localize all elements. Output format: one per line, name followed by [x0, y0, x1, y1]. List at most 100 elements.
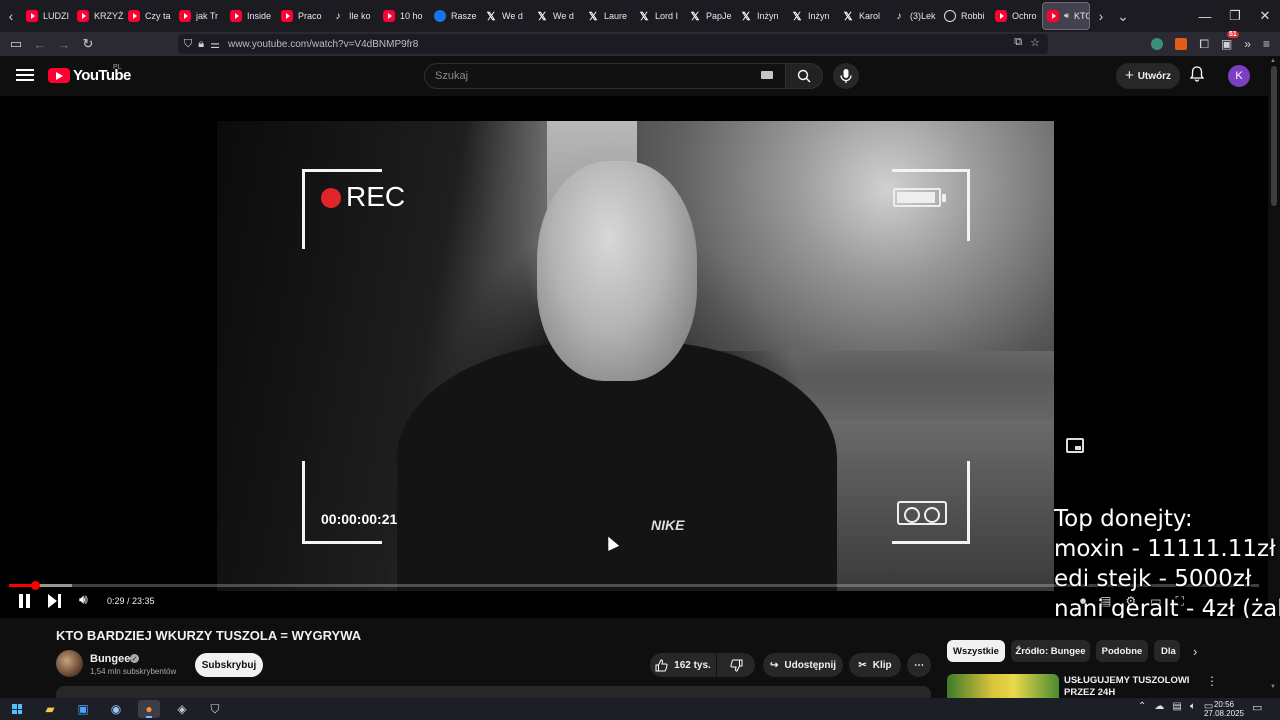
tab[interactable]: Robbi — [940, 2, 991, 30]
tab[interactable]: 𝕏 We d — [481, 2, 532, 30]
channel-name[interactable]: Bungee — [90, 653, 130, 665]
tab[interactable]: jak Tr — [175, 2, 226, 30]
lock-icon[interactable]: 🔒︎ — [198, 38, 204, 51]
scroll-down-arrow-icon[interactable]: ▼ — [1270, 684, 1276, 690]
video-person-head — [537, 161, 697, 381]
miniplayer-icon[interactable] — [1066, 438, 1084, 453]
tab-audio-icon[interactable]: 🔊︎ — [1064, 11, 1069, 21]
chip-source[interactable]: Źródło: Bungee — [1011, 640, 1090, 662]
account-avatar[interactable]: K — [1228, 65, 1250, 87]
description-box[interactable] — [56, 686, 931, 698]
scrollbar-thumb[interactable] — [1271, 66, 1277, 206]
voice-search-button[interactable] — [833, 63, 859, 89]
like-button[interactable]: 162 tys. — [650, 653, 716, 677]
chips-next-chevron-icon[interactable]: › — [1193, 644, 1197, 659]
volume-icon[interactable]: 🔊︎ — [79, 591, 88, 608]
youtube-icon — [383, 10, 395, 22]
network-icon[interactable]: ▤ — [1172, 701, 1181, 712]
extension-badge-count: 51 — [1226, 31, 1239, 38]
remote-desktop-icon[interactable]: ▣ — [72, 700, 94, 718]
search-input[interactable]: Szukaj — [424, 63, 786, 89]
next-video-button[interactable] — [48, 594, 62, 608]
privacy-extension-icon[interactable] — [1151, 38, 1164, 50]
picture-in-picture-icon[interactable]: ⧉ — [1014, 36, 1022, 49]
video-frame[interactable]: REC 00:00:00:21 NIKE — [217, 121, 1054, 591]
tab[interactable]: Rasze — [430, 2, 481, 30]
windows-start-icon[interactable] — [6, 700, 28, 718]
more-actions-button[interactable]: ⋯ — [907, 653, 931, 677]
tab-active[interactable]: 🔊︎ KTO — [1042, 2, 1090, 30]
tab[interactable]: Inside — [226, 2, 277, 30]
url-text[interactable]: www.youtube.com/watch?v=V4dBNMP9fr8 — [228, 39, 418, 50]
shirt-logo: NIKE — [651, 517, 685, 533]
recommendation-menu-icon[interactable]: ⋮ — [1206, 674, 1218, 688]
maximize-button[interactable]: ❐ — [1220, 0, 1250, 32]
close-window-button[interactable]: ✕ — [1250, 0, 1280, 32]
recommendation-thumbnail[interactable] — [947, 674, 1059, 698]
forward-button[interactable]: → — [52, 32, 76, 56]
tab[interactable]: 𝕏 Inżyn — [787, 2, 838, 30]
search-button[interactable] — [785, 63, 823, 89]
shield-icon[interactable]: ⛉ — [184, 38, 192, 51]
cloud-icon[interactable]: ☁ — [1154, 701, 1164, 712]
steam-icon[interactable]: ◉ — [105, 700, 127, 718]
fox-extension-icon[interactable] — [1175, 38, 1188, 50]
reload-button[interactable]: ↻ — [76, 32, 100, 56]
tab[interactable]: 𝕏 Laure — [583, 2, 634, 30]
tab[interactable]: 𝕏 Inżyn — [736, 2, 787, 30]
tab[interactable]: 𝕏 Karol — [838, 2, 889, 30]
overflow-chevron-icon[interactable]: » — [1244, 37, 1251, 51]
subscribe-button[interactable]: Subskrybuj — [195, 653, 263, 677]
clip-button[interactable]: ✂ Klip — [849, 653, 901, 677]
chip-for-you[interactable]: Dla — [1154, 640, 1180, 662]
file-explorer-icon[interactable]: ▰ — [39, 700, 61, 718]
shield-app-icon[interactable]: ⛉ — [204, 700, 226, 718]
recommendation-title[interactable]: USŁUGUJEMY TUSZOLOWI PRZEZ 24H — [1064, 675, 1204, 698]
tab-title: KRZYŻ — [94, 11, 124, 21]
tab-scroll-left-button[interactable]: ‹ — [0, 0, 22, 32]
tab[interactable]: ♪ Ile ko — [328, 2, 379, 30]
tab[interactable]: 𝕏 Lord I — [634, 2, 685, 30]
pause-button[interactable] — [18, 594, 32, 608]
tab-list-dropdown-button[interactable]: ⌄ — [1112, 0, 1134, 32]
keyboard-icon[interactable] — [761, 71, 773, 79]
youtube-logo[interactable]: YouTube PL — [48, 64, 131, 84]
app-menu-icon[interactable]: ≡ — [1263, 37, 1270, 51]
extensions-puzzle-icon[interactable]: ⧠ — [1199, 37, 1209, 52]
share-button[interactable]: ↪ Udostępnij — [763, 653, 843, 677]
chip-all[interactable]: Wszystkie — [947, 640, 1005, 662]
tab[interactable]: LUDZI — [22, 2, 73, 30]
bookmark-star-icon[interactable]: ☆ — [1030, 36, 1040, 49]
tray-chevron-icon[interactable]: ⌃ — [1138, 701, 1146, 712]
hamburger-menu-icon[interactable] — [16, 66, 34, 84]
notifications-bell-icon[interactable] — [1189, 66, 1205, 87]
system-clock[interactable]: 20:56 27.08.2025 — [1200, 700, 1248, 718]
tab[interactable]: Czy ta — [124, 2, 175, 30]
extension-badge-icon[interactable]: ▣ 51 — [1221, 31, 1239, 51]
channel-avatar[interactable] — [56, 650, 83, 677]
create-button[interactable]: + Utwórz — [1116, 63, 1180, 89]
donation-line: moxin - 11111.11zł — [1054, 536, 1276, 562]
tab[interactable]: Praco — [277, 2, 328, 30]
tab[interactable]: 10 ho — [379, 2, 430, 30]
back-button[interactable]: ← — [28, 32, 52, 56]
sidebar-toggle-icon[interactable]: ▭ — [4, 32, 28, 56]
tab[interactable]: 𝕏 We d — [532, 2, 583, 30]
scroll-up-arrow-icon[interactable]: ▲ — [1270, 58, 1276, 64]
firefox-icon[interactable]: ● — [138, 700, 160, 718]
tab[interactable]: Ochro — [991, 2, 1042, 30]
address-bar[interactable]: ⛉ 🔒︎ ⚌ www.youtube.com/watch?v=V4dBNMP9f… — [178, 34, 1048, 54]
app-icon[interactable]: ◈ — [171, 700, 193, 718]
chip-similar[interactable]: Podobne — [1096, 640, 1148, 662]
browser-tab-strip: ‹ LUDZI KRZYŻ Czy ta jak Tr Inside Praco ♪ Ile … — [0, 0, 1280, 32]
progress-scrubber-handle[interactable] — [30, 581, 40, 590]
tab-scroll-right-button[interactable]: › — [1090, 0, 1112, 32]
tab[interactable]: ♪ (3)Lek — [889, 2, 940, 30]
tab[interactable]: 𝕏 PapJe — [685, 2, 736, 30]
minimize-button[interactable]: — — [1190, 0, 1220, 32]
speaker-icon[interactable]: 🔈︎ — [1190, 701, 1196, 712]
tab[interactable]: KRZYŻ — [73, 2, 124, 30]
notifications-icon[interactable]: ▭ — [1252, 701, 1262, 714]
permissions-icon[interactable]: ⚌ — [210, 38, 220, 51]
dislike-button[interactable] — [717, 653, 755, 677]
